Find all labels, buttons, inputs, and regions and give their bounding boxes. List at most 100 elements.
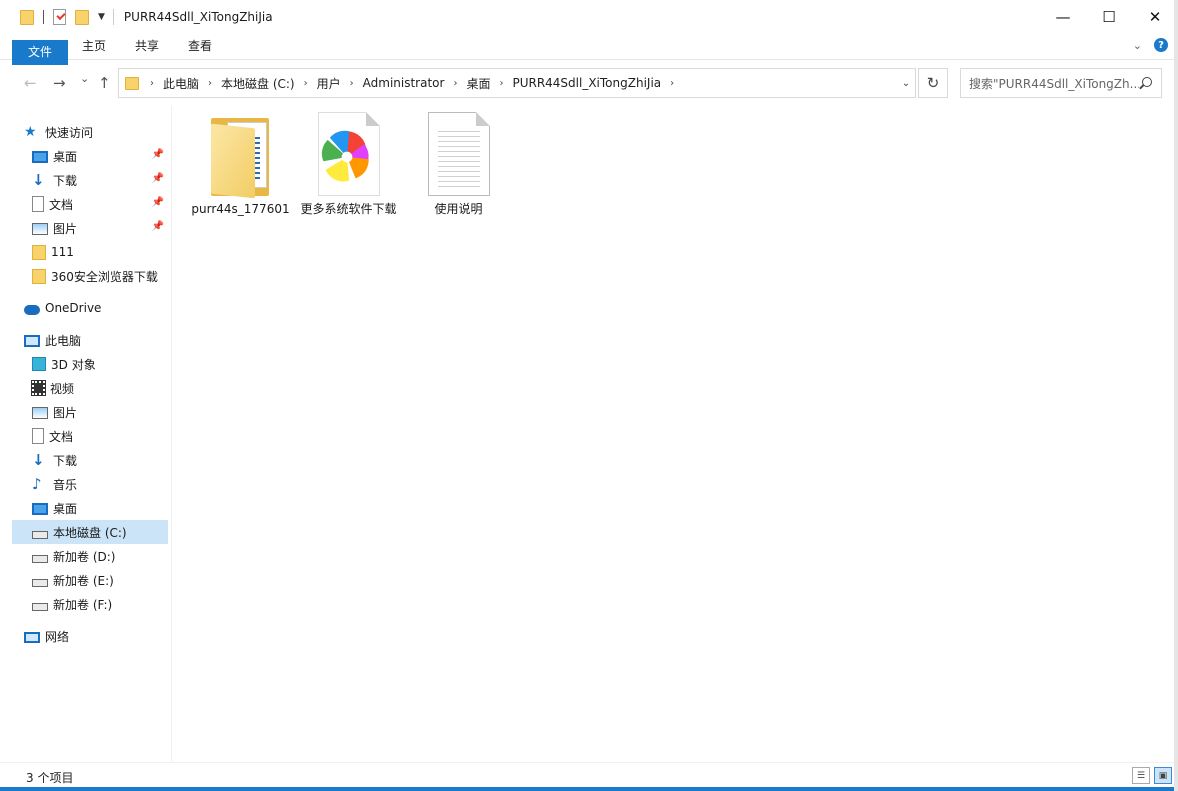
sidebar-item-pictures[interactable]: 图片 📌 xyxy=(32,216,168,240)
breadcrumb-this-pc[interactable]: 此电脑 xyxy=(157,75,205,92)
film-icon xyxy=(31,380,46,396)
sidebar-item-label: 此电脑 xyxy=(45,333,82,348)
sidebar-item-this-pc[interactable]: 此电脑 xyxy=(24,328,180,352)
sidebar-item-downloads[interactable]: ↓ 下载 📌 xyxy=(32,168,168,192)
properties-icon[interactable] xyxy=(52,8,68,26)
new-folder-icon[interactable] xyxy=(74,8,90,26)
sidebar-item-local-disk-c[interactable]: 本地磁盘 (C:) xyxy=(12,520,168,544)
breadcrumb-administrator[interactable]: Administrator xyxy=(357,76,451,90)
sidebar-item-drive-e[interactable]: 新加卷 (E:) xyxy=(32,568,168,592)
file-item-shortcut[interactable]: 更多系统软件下载 xyxy=(296,112,401,217)
breadcrumb-separator[interactable]: › xyxy=(205,78,215,89)
star-icon: ★ xyxy=(24,124,37,140)
toolbar-separator xyxy=(43,10,44,24)
address-dropdown-button[interactable]: ⌄ xyxy=(896,68,916,98)
search-placeholder[interactable]: 搜索"PURR44Sdll_XiTongZh... xyxy=(969,75,1139,92)
breadcrumb-users[interactable]: 用户 xyxy=(311,75,347,92)
close-button[interactable]: ✕ xyxy=(1132,0,1178,34)
sidebar-item-label: 文档 xyxy=(49,429,74,444)
recent-locations-button[interactable]: ⌄ xyxy=(80,72,89,85)
breadcrumb-separator[interactable]: › xyxy=(496,78,506,89)
sidebar-item-desktop[interactable]: 桌面 📌 xyxy=(32,144,168,168)
sidebar-item-label: 新加卷 (F:) xyxy=(53,597,113,612)
tab-home[interactable]: 主页 xyxy=(72,34,116,59)
breadcrumb-separator[interactable]: › xyxy=(301,78,311,89)
sidebar-item-pc-documents[interactable]: 文档 xyxy=(32,424,168,448)
folder-icon xyxy=(32,268,46,284)
sidebar-item-videos[interactable]: 视频 xyxy=(31,376,168,400)
drive-icon xyxy=(32,603,48,611)
sidebar-item-label: 文档 xyxy=(49,197,74,212)
document-icon xyxy=(32,428,44,444)
back-button[interactable]: ← xyxy=(24,74,37,92)
sidebar-item-label: 桌面 xyxy=(53,149,78,164)
sidebar-item-label: 新加卷 (D:) xyxy=(53,549,116,564)
breadcrumb-separator[interactable]: › xyxy=(667,78,677,89)
up-button[interactable]: ↑ xyxy=(98,74,111,92)
sidebar-item-label: 图片 xyxy=(53,405,78,420)
sidebar-item-music[interactable]: ♪ 音乐 xyxy=(32,472,168,496)
maximize-button[interactable]: ☐ xyxy=(1086,0,1132,34)
tab-share[interactable]: 共享 xyxy=(125,34,169,59)
sidebar-item-documents[interactable]: 文档 📌 xyxy=(32,192,168,216)
title-bar: ▼ PURR44Sdll_XiTongZhiJia — ☐ ✕ xyxy=(0,0,1178,34)
file-name: 更多系统软件下载 xyxy=(300,202,397,216)
sidebar-item-3d-objects[interactable]: 3D 对象 xyxy=(32,352,168,376)
desktop-icon xyxy=(32,503,48,515)
sidebar-item-pc-pictures[interactable]: 图片 xyxy=(32,400,168,424)
address-bar[interactable]: › 此电脑 › 本地磁盘 (C:) › 用户 › Administrator ›… xyxy=(118,68,916,98)
sidebar-item-pc-downloads[interactable]: ↓ 下载 xyxy=(32,448,168,472)
file-name: 使用说明 xyxy=(434,202,483,216)
sidebar-item-network[interactable]: 网络 xyxy=(24,624,180,648)
forward-button[interactable]: → xyxy=(53,74,66,92)
cube-icon xyxy=(32,357,46,371)
title-separator xyxy=(112,9,114,25)
refresh-button[interactable]: ↻ xyxy=(918,68,948,98)
breadcrumb-current-folder[interactable]: PURR44Sdll_XiTongZhiJia xyxy=(506,76,667,90)
file-list[interactable]: purr44s_177601 更多系统软件下载 使用说明 xyxy=(171,106,1176,762)
details-view-button[interactable]: ☰ xyxy=(1132,767,1150,784)
expand-ribbon-icon[interactable]: ⌄ xyxy=(1133,39,1142,52)
item-count: 3 个项目 xyxy=(26,771,74,785)
folder-icon xyxy=(209,112,273,199)
customize-toolbar-icon[interactable]: ▼ xyxy=(98,12,105,22)
sidebar-item-onedrive[interactable]: OneDrive xyxy=(24,296,180,320)
drive-icon xyxy=(32,531,48,539)
sidebar-item-label: 本地磁盘 (C:) xyxy=(53,525,127,540)
document-icon xyxy=(32,196,44,212)
sidebar-item-label: 111 xyxy=(51,245,74,259)
tab-view[interactable]: 查看 xyxy=(178,34,222,59)
quick-access-toolbar: ▼ PURR44Sdll_XiTongZhiJia xyxy=(0,0,273,34)
breadcrumb-desktop[interactable]: 桌面 xyxy=(460,75,496,92)
breadcrumb-separator[interactable]: › xyxy=(450,78,460,89)
sidebar-item-folder-111[interactable]: 111 xyxy=(32,240,168,264)
sidebar-item-label: 360安全浏览器下载 xyxy=(51,269,158,284)
large-icons-view-button[interactable]: ▣ xyxy=(1154,767,1172,784)
sidebar-item-pc-desktop[interactable]: 桌面 xyxy=(32,496,168,520)
sidebar-item-label: 下载 xyxy=(53,173,78,188)
download-icon: ↓ xyxy=(32,451,45,469)
music-note-icon: ♪ xyxy=(32,475,42,493)
file-item-folder[interactable]: purr44s_177601 xyxy=(188,112,293,217)
sidebar-item-drive-d[interactable]: 新加卷 (D:) xyxy=(32,544,168,568)
folder-icon xyxy=(125,76,139,90)
search-icon xyxy=(1142,77,1152,87)
breadcrumb-separator[interactable]: › xyxy=(147,78,157,89)
minimize-button[interactable]: — xyxy=(1040,0,1086,34)
sidebar-item-label: 3D 对象 xyxy=(51,357,96,372)
breadcrumb-local-disk[interactable]: 本地磁盘 (C:) xyxy=(215,75,301,92)
breadcrumb-separator[interactable]: › xyxy=(347,78,357,89)
search-input[interactable]: 搜索"PURR44Sdll_XiTongZh... xyxy=(960,68,1162,98)
pin-icon: 📌 xyxy=(151,149,164,160)
navigation-bar: ← → ⌄ ↑ › 此电脑 › 本地磁盘 (C:) › 用户 › Adminis… xyxy=(0,60,1178,106)
sidebar-item-360-downloads[interactable]: 360安全浏览器下载 xyxy=(32,264,170,288)
ribbon-tabs: 文件 主页 共享 查看 ⌄ ? xyxy=(0,34,1178,65)
pin-icon: 📌 xyxy=(151,173,164,184)
computer-icon xyxy=(24,334,40,347)
pictures-icon xyxy=(32,407,48,419)
file-item-text-document[interactable]: 使用说明 xyxy=(406,112,511,217)
pictures-icon xyxy=(32,223,48,235)
help-icon[interactable]: ? xyxy=(1154,38,1168,52)
sidebar-item-drive-f[interactable]: 新加卷 (F:) xyxy=(32,592,168,616)
sidebar-item-quick-access[interactable]: ★ 快速访问 xyxy=(24,120,180,144)
